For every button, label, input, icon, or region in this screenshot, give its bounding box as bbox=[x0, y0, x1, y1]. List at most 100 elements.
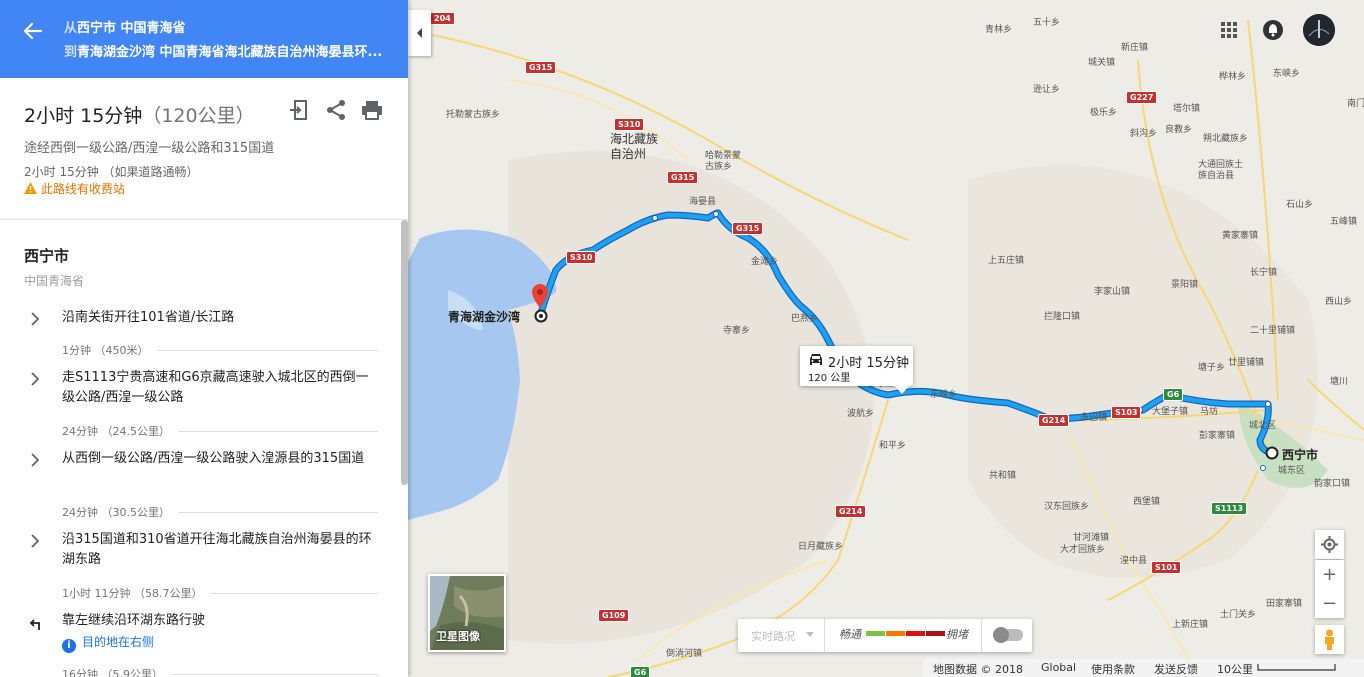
place-label: 西山乡 bbox=[1325, 297, 1353, 307]
place-label: 廿里铺镇 bbox=[1228, 358, 1265, 368]
place-label: 日月藏族乡 bbox=[798, 542, 844, 552]
place-label: 湟中县 bbox=[1120, 556, 1148, 566]
toll-text: 此路线有收费站 bbox=[41, 182, 126, 196]
feedback-link[interactable]: 发送反馈 bbox=[1154, 661, 1198, 677]
place-label: 和平乡 bbox=[879, 441, 907, 451]
send-to-phone-button[interactable] bbox=[288, 98, 312, 122]
direction-step[interactable]: 沿315国道和310省道开往海北藏族自治州海晏县的环湖东路 bbox=[0, 530, 400, 572]
chevron-right-icon bbox=[31, 453, 40, 467]
share-button[interactable] bbox=[324, 98, 348, 122]
live-traffic-dropdown[interactable]: 实时路况 bbox=[738, 619, 825, 652]
place-label: 上新庄镇 bbox=[1172, 620, 1209, 630]
place-label: 城关镇 bbox=[1088, 58, 1116, 68]
road-shield: G109 bbox=[598, 609, 630, 622]
step-distance: 1分钟 （450米） bbox=[62, 342, 157, 358]
info-icon: i bbox=[62, 639, 76, 653]
traffic-toggle[interactable] bbox=[993, 627, 1023, 643]
directions-panel: 从西宁市 中国青海省 到青海湖金沙湾 中国青海省海北藏族自治州海晏县环... 2… bbox=[0, 0, 408, 677]
step-instruction: 靠左继续沿环湖东路行驶 bbox=[62, 613, 206, 628]
map-data-attribution: 地图数据 © 2018 bbox=[933, 663, 1023, 676]
step-distance: 1小时 11分钟 （58.7公里） bbox=[62, 585, 211, 601]
apps-button[interactable] bbox=[1220, 21, 1238, 39]
destination-note-text: 目的地在右侧 bbox=[82, 635, 155, 649]
share-icon bbox=[327, 100, 345, 120]
step-distance: 16分钟 （5.9公里） bbox=[62, 666, 171, 677]
terms-link[interactable]: 使用条款 bbox=[1091, 661, 1135, 677]
step-instruction: 从西倒一级公路/西湟一级公路驶入湟源县的315国道 bbox=[62, 451, 365, 466]
step-distance-row: 24分钟 （30.5公里） bbox=[62, 504, 378, 520]
place-label: 长宁镇 bbox=[1250, 268, 1278, 278]
direction-step[interactable]: 靠左继续沿环湖东路行驶 i 目的地在右侧 bbox=[0, 611, 400, 653]
scale-label[interactable]: 10公里 bbox=[1217, 661, 1253, 677]
route-via: 途经西倒一级公路/西湟一级公路和315国道 bbox=[24, 141, 275, 156]
step-instruction: 沿南关街开往101省道/长江路 bbox=[62, 310, 235, 325]
origin-subtitle: 中国青海省 bbox=[24, 274, 85, 288]
place-label: 塘子乡 bbox=[1198, 363, 1226, 373]
step-distance-row: 16分钟 （5.9公里） bbox=[62, 666, 378, 677]
chevron-left-icon bbox=[417, 28, 422, 38]
road-shield: S101 bbox=[1151, 561, 1182, 574]
print-button[interactable] bbox=[360, 98, 384, 122]
destination-map-label[interactable]: 青海湖金沙湾 bbox=[448, 308, 520, 325]
map-canvas[interactable]: 青海湖金沙湾 西宁市 青林乡 五十乡 城关镇 新庄镇 东峡乡 朔北藏族乡 大通回… bbox=[408, 0, 1364, 677]
step-distance-row: 24分钟 （24.5公里） bbox=[62, 423, 378, 439]
map-base-layer bbox=[408, 0, 1364, 677]
place-label: 桦林乡 bbox=[1219, 72, 1247, 82]
place-label: 汉东回族乡 bbox=[1044, 502, 1090, 512]
origin-map-label[interactable]: 西宁市 bbox=[1282, 446, 1318, 463]
place-label: 海北藏族自治州 bbox=[610, 132, 659, 161]
traffic-color-slow bbox=[906, 631, 925, 636]
panel-scrollbar[interactable] bbox=[401, 220, 408, 485]
collapse-panel-button[interactable] bbox=[408, 10, 431, 56]
direction-step[interactable]: 从西倒一级公路/西湟一级公路驶入湟源县的315国道 bbox=[0, 449, 400, 491]
origin-dot-icon[interactable] bbox=[1265, 446, 1279, 460]
exit-icon bbox=[290, 100, 307, 120]
traffic-fast-label: 畅通 bbox=[839, 628, 861, 641]
route-info-box[interactable]: 2小时 15分钟 120 公里 bbox=[800, 346, 913, 394]
place-label: 彭家寨镇 bbox=[1199, 431, 1236, 441]
route-time: 2小时 15分钟 bbox=[24, 105, 143, 127]
road-shield: S310 bbox=[566, 251, 597, 264]
notifications-button[interactable] bbox=[1263, 20, 1283, 40]
place-label: 波航乡 bbox=[847, 409, 875, 419]
zoom-control: + − bbox=[1315, 560, 1344, 618]
place-label: 托勒蒙古族乡 bbox=[446, 110, 501, 120]
divider bbox=[981, 619, 982, 652]
destination-pin-icon[interactable] bbox=[532, 284, 548, 308]
place-label: 田家寨镇 bbox=[1266, 599, 1303, 609]
my-location-button[interactable] bbox=[1315, 530, 1344, 559]
satellite-toggle[interactable]: 卫星图像 bbox=[428, 574, 506, 652]
traffic-note: 2小时 15分钟 （如果道路通畅） bbox=[24, 165, 199, 179]
step-distance-row: 1分钟 （450米） bbox=[62, 342, 378, 358]
zoom-in-button[interactable]: + bbox=[1315, 560, 1344, 589]
account-avatar-icon bbox=[1303, 14, 1335, 46]
place-label: 城北区 bbox=[1249, 421, 1277, 431]
chevron-right-icon bbox=[31, 534, 40, 548]
place-label: 大堡子镇 bbox=[1152, 407, 1189, 417]
place-label: 西堡镇 bbox=[1133, 497, 1161, 507]
global-link[interactable]: Global bbox=[1041, 661, 1076, 674]
live-traffic-label: 实时路况 bbox=[751, 630, 795, 643]
step-instruction: 走S1113宁贵高速和G6京藏高速驶入城北区的西倒一级公路/西湟一级公路 bbox=[62, 370, 369, 405]
zoom-out-button[interactable]: − bbox=[1315, 589, 1344, 618]
place-label: 倒淌河镇 bbox=[666, 649, 703, 659]
road-shield: G227 bbox=[1126, 91, 1158, 104]
traffic-color-fast bbox=[866, 631, 885, 636]
avatar[interactable] bbox=[1303, 14, 1335, 46]
place-label: 韵家口镇 bbox=[1314, 479, 1351, 489]
warning-icon bbox=[24, 182, 37, 194]
direction-step[interactable]: 沿南关街开往101省道/长江路 bbox=[0, 308, 400, 330]
place-label: 逊让乡 bbox=[1033, 85, 1061, 95]
place-label: 青林乡 bbox=[985, 25, 1013, 35]
place-label: 南门 bbox=[1347, 99, 1364, 109]
road-shield: 204 bbox=[430, 12, 455, 25]
road-shield: G315 bbox=[667, 171, 699, 184]
place-label: 土门关乡 bbox=[1220, 610, 1257, 620]
traffic-slow-label: 拥堵 bbox=[946, 628, 968, 641]
place-label: 上五庄镇 bbox=[988, 256, 1025, 266]
direction-step[interactable]: 走S1113宁贵高速和G6京藏高速驶入城北区的西倒一级公路/西湟一级公路 bbox=[0, 368, 400, 410]
route-duration: 2小时 15分钟（120公里） bbox=[24, 101, 255, 128]
street-view-pegman[interactable] bbox=[1315, 625, 1344, 654]
destination-dot-icon[interactable] bbox=[534, 309, 548, 323]
route-distance: （120公里） bbox=[142, 105, 255, 127]
